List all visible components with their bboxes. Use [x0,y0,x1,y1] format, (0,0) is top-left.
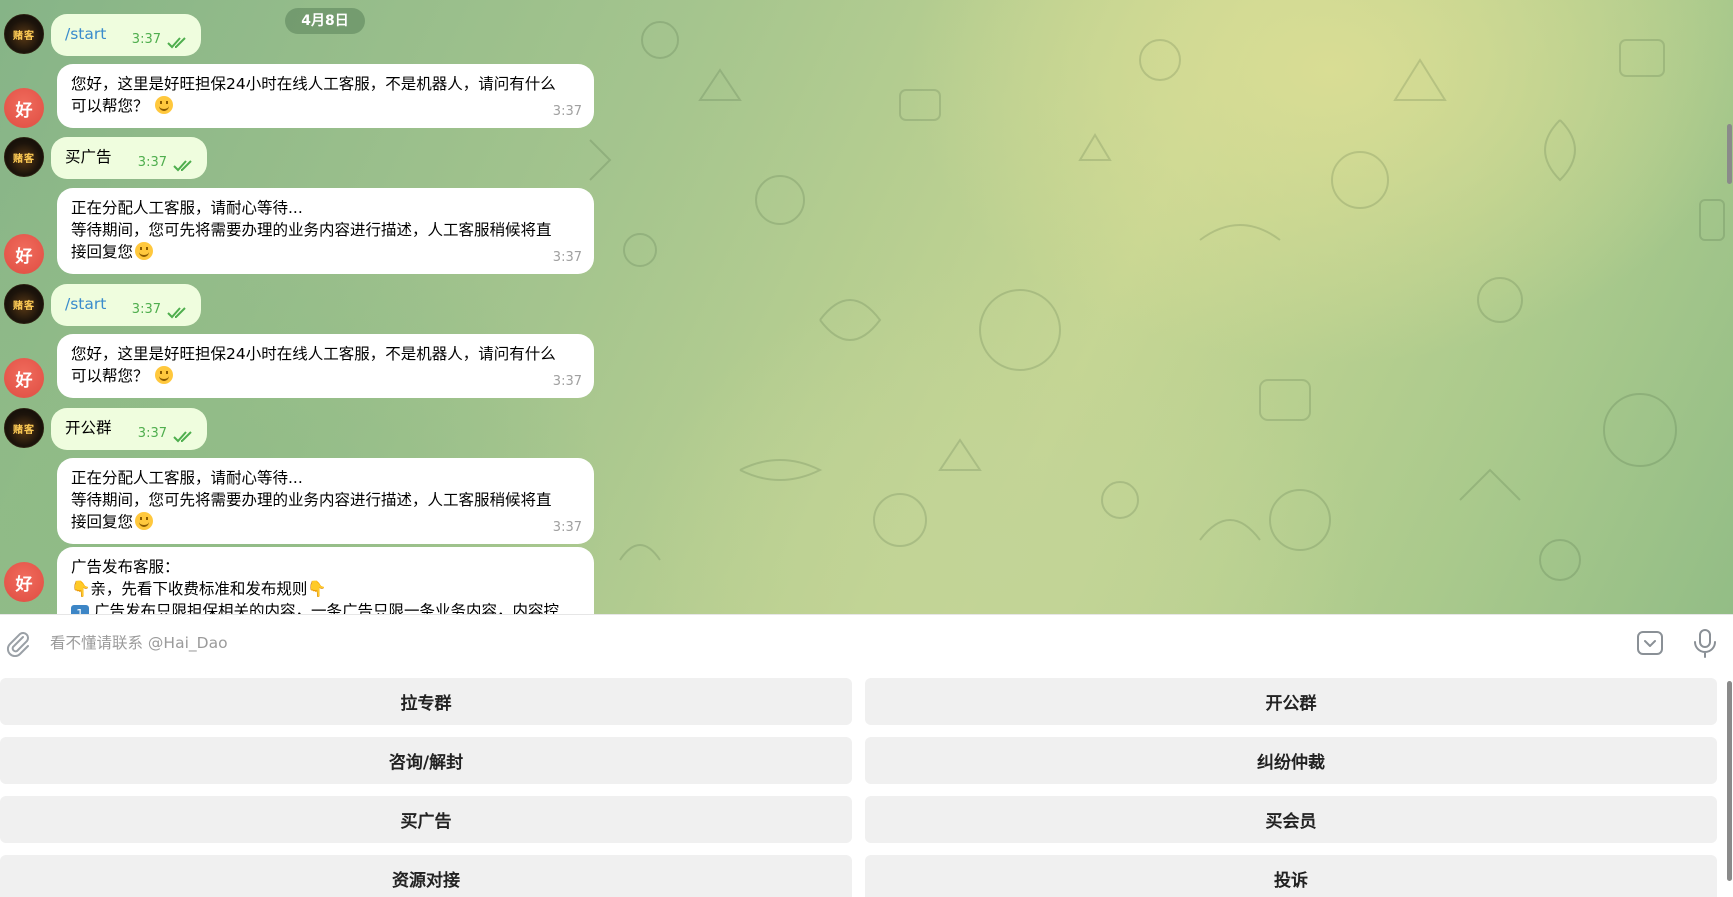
user-avatar-text: 赌客 [13,153,35,165]
message-line: 可以帮您？ [71,367,149,385]
bot-avatar[interactable]: 好 [4,88,44,128]
user-avatar[interactable]: 赌客 [4,284,44,324]
message-bubble-incoming[interactable]: 正在分配人工客服，请耐心等待... 等待期间，您可先将需要办理的业务内容进行描述… [57,188,594,274]
date-separator: 4月8日 [285,8,365,34]
keyboard-button-buy-membership[interactable]: 买会员 [865,796,1717,843]
attach-icon[interactable] [4,629,32,657]
chat-area[interactable]: 4月8日 赌客 /start 3:37 好 您好，这里是好旺担保24小时在线人工… [0,0,1733,614]
message-line: 接回复您 [71,243,134,261]
message-text: 开公群 [65,419,112,437]
bot-avatar-text: 好 [15,574,33,595]
message-bubble-incoming[interactable]: 您好，这里是好旺担保24小时在线人工客服，不是机器人，请问有什么 可以帮您？ 3… [57,64,594,128]
message-bubble-incoming[interactable]: 您好，这里是好旺担保24小时在线人工客服，不是机器人，请问有什么 可以帮您？ 3… [57,334,594,398]
keyboard-button-resources[interactable]: 资源对接 [0,855,852,897]
message-bubble-incoming[interactable]: 广告发布客服： 👇亲，先看下收费标准和发布规则👇 1 广告发布只限担保相关的内容… [57,547,594,614]
bot-keyboard-toggle-icon[interactable] [1636,629,1664,657]
read-ticks-icon [173,160,192,172]
keycap-one-icon: 1 [71,605,89,614]
message-line: 亲，先看下收费标准和发布规则 [90,580,308,598]
smile-emoji-icon [155,96,174,114]
message-time: 3:37 [552,520,582,535]
message-time: 3:37 [131,302,161,317]
pointing-down-icon: 👇 [307,580,327,598]
message-line: 您好，这里是好旺担保24小时在线人工客服，不是机器人，请问有什么 [71,345,556,363]
message-input[interactable] [50,629,1600,657]
bot-avatar-text: 好 [15,370,33,391]
smile-emoji-icon [135,242,154,260]
message-time: 3:37 [137,155,167,170]
read-ticks-icon [167,37,186,49]
message-line: 正在分配人工客服，请耐心等待... [71,199,303,217]
smile-emoji-icon [155,366,174,384]
read-ticks-icon [167,307,186,319]
message-time: 3:37 [552,250,582,265]
message-bubble-outgoing[interactable]: 开公群 3:37 [51,408,207,450]
message-time: 3:37 [552,374,582,389]
message-bubble-outgoing[interactable]: /start 3:37 [51,284,201,326]
keyboard-button-complaint[interactable]: 投诉 [865,855,1717,897]
bot-avatar[interactable]: 好 [4,234,44,274]
bot-avatar[interactable]: 好 [4,358,44,398]
bot-avatar-text: 好 [15,100,33,121]
microphone-icon[interactable] [1690,627,1720,659]
user-avatar[interactable]: 赌客 [4,137,44,177]
message-line: 广告发布只限担保相关的内容，一条广告只限一条业务内容，内容控 [93,602,559,614]
keyboard-button-buy-ads[interactable]: 买广告 [0,796,852,843]
user-avatar-text: 赌客 [13,424,35,436]
message-time: 3:37 [131,32,161,47]
keyboard-button-private-group[interactable]: 拉专群 [0,678,852,725]
message-text[interactable]: /start [65,295,106,313]
smile-emoji-icon [135,512,154,530]
bot-avatar[interactable]: 好 [4,562,44,602]
message-line: 接回复您 [71,513,134,531]
keyboard-scrollbar-thumb[interactable] [1727,681,1732,881]
chat-scrollbar-thumb[interactable] [1727,124,1732,184]
user-avatar-text: 赌客 [13,300,35,312]
message-line: 您好，这里是好旺担保24小时在线人工客服，不是机器人，请问有什么 [71,75,556,93]
pointing-down-icon: 👇 [71,580,91,598]
message-line: 等待期间，您可先将需要办理的业务内容进行描述，人工客服稍候将直 [71,491,552,509]
keyboard-button-consult-unban[interactable]: 咨询/解封 [0,737,852,784]
message-bubble-outgoing[interactable]: /start 3:37 [51,14,201,56]
message-time: 3:37 [137,426,167,441]
message-line: 正在分配人工客服，请耐心等待... [71,469,303,487]
message-line: 等待期间，您可先将需要办理的业务内容进行描述，人工客服稍候将直 [71,221,552,239]
message-bubble-incoming[interactable]: 正在分配人工客服，请耐心等待... 等待期间，您可先将需要办理的业务内容进行描述… [57,458,594,544]
keyboard-button-public-group[interactable]: 开公群 [865,678,1717,725]
message-bubble-outgoing[interactable]: 买广告 3:37 [51,137,207,179]
reply-keyboard: 拉专群 开公群 咨询/解封 纠纷仲裁 买广告 买会员 资源对接 投诉 [0,671,1733,897]
message-line: 可以帮您？ [71,97,149,115]
user-avatar-text: 赌客 [13,30,35,42]
message-composer [0,614,1733,671]
message-line: 广告发布客服： [71,558,180,576]
message-text[interactable]: /start [65,25,106,43]
user-avatar[interactable]: 赌客 [4,408,44,448]
bot-avatar-text: 好 [15,246,33,267]
message-text: 买广告 [65,148,112,166]
read-ticks-icon [173,431,192,443]
message-time: 3:37 [552,104,582,119]
keyboard-button-dispute[interactable]: 纠纷仲裁 [865,737,1717,784]
user-avatar[interactable]: 赌客 [4,14,44,54]
